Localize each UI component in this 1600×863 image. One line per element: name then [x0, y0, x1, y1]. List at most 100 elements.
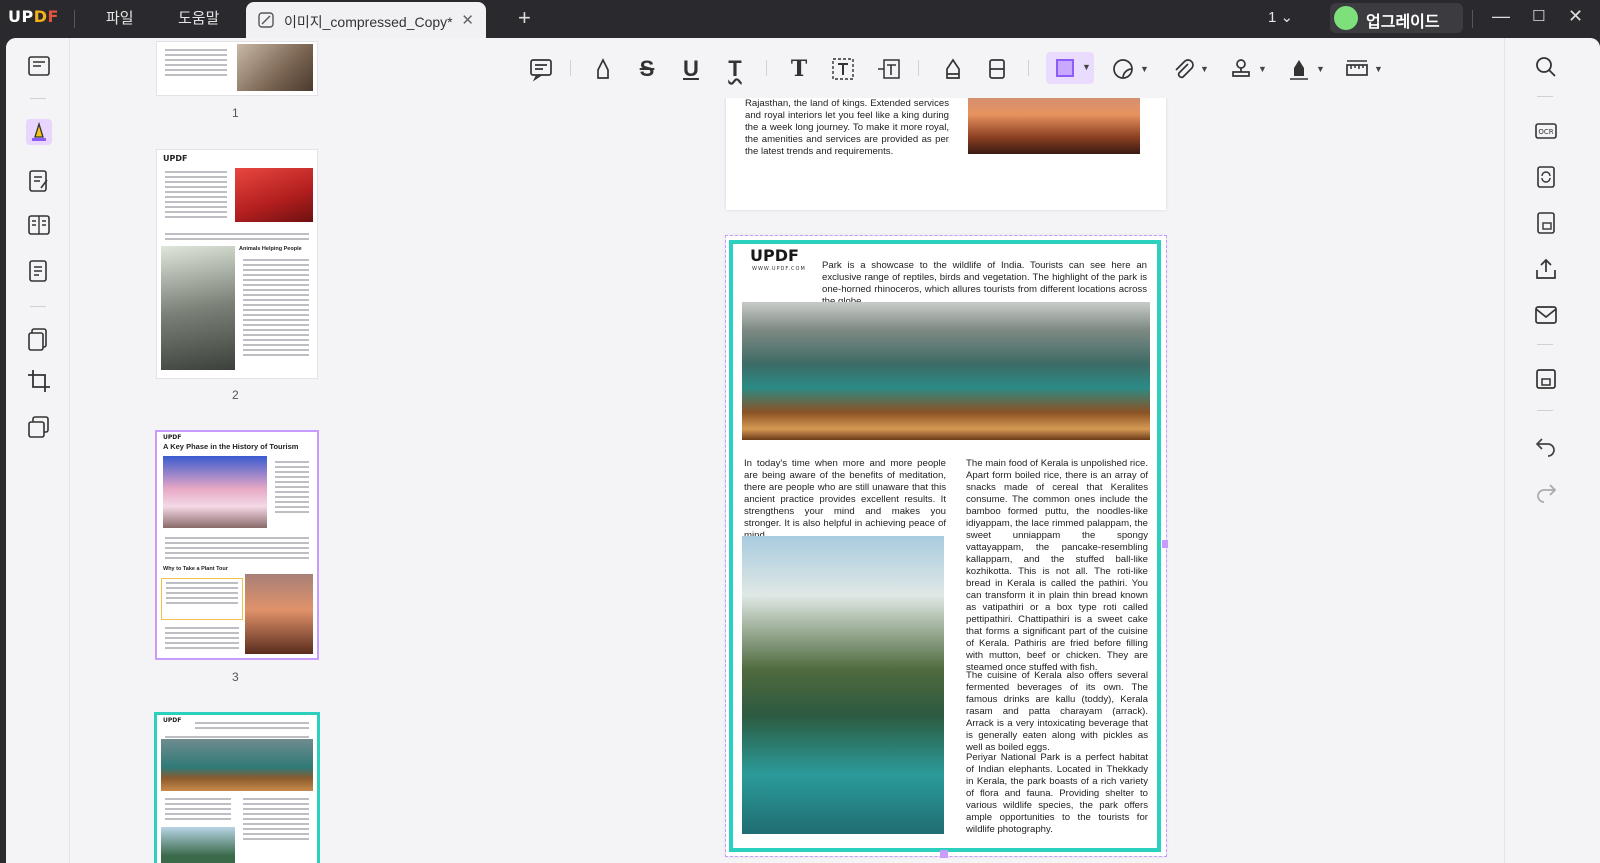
- page-indicator[interactable]: 1 ⌄: [1268, 8, 1293, 26]
- pencil-icon[interactable]: [940, 56, 966, 82]
- new-tab-button[interactable]: +: [518, 5, 531, 31]
- document-tab[interactable]: 이미지_compressed_Copy* ✕: [246, 2, 486, 38]
- divider: [918, 60, 919, 76]
- right-column-p2: The cuisine of Kerala also offers severa…: [966, 670, 1148, 753]
- title-bar: UPDF 파일 도움말 이미지_compressed_Copy* ✕ + 1 ⌄…: [0, 0, 1600, 38]
- sticker-icon[interactable]: [1110, 56, 1136, 82]
- strikethrough-icon[interactable]: S: [634, 56, 660, 82]
- thumb-heading: Animals Helping People: [239, 246, 302, 252]
- measure-icon[interactable]: [1344, 56, 1370, 82]
- divider: [570, 60, 571, 76]
- close-window-icon[interactable]: ✕: [1568, 6, 1583, 27]
- thumbnail-page-2[interactable]: UPDF Animals Helping People: [157, 150, 317, 378]
- thumbnail-page-4[interactable]: UPDF: [157, 715, 317, 863]
- stamp-icon[interactable]: [1228, 56, 1254, 82]
- highlighter-icon[interactable]: [590, 56, 616, 82]
- protect-icon[interactable]: [26, 414, 52, 440]
- divider: [1537, 344, 1553, 345]
- thumb-logo: UPDF: [163, 717, 182, 724]
- chevron-down-icon[interactable]: ▼: [1258, 64, 1267, 74]
- current-page: UPDF WWW.UPDF.COM Park is a showcase to …: [725, 235, 1168, 858]
- edit-pdf-icon[interactable]: [26, 168, 52, 194]
- divider: [1537, 410, 1553, 411]
- signature-icon[interactable]: [1286, 56, 1312, 82]
- eiffel-image: [245, 574, 313, 654]
- avatar: [1334, 6, 1358, 30]
- thumb-logo: UPDF: [163, 434, 182, 441]
- page-text: Rajasthan, the land of kings. Extended s…: [745, 98, 949, 157]
- ocr-icon[interactable]: OCR: [1533, 118, 1559, 144]
- divider: [1537, 96, 1553, 97]
- text-icon[interactable]: T: [786, 56, 812, 82]
- page-organize-icon[interactable]: [26, 212, 52, 238]
- dog-image: [235, 168, 313, 222]
- shape-tool-button[interactable]: ▼: [1046, 52, 1094, 84]
- protect-file-icon[interactable]: [1533, 210, 1559, 236]
- close-tab-icon[interactable]: ✕: [461, 11, 474, 29]
- attachment-icon[interactable]: [1170, 56, 1196, 82]
- app-logo: UPDF: [8, 7, 59, 26]
- text-box-icon[interactable]: [830, 56, 856, 82]
- divider: [30, 306, 46, 307]
- thumbnail-page-1[interactable]: [157, 42, 317, 95]
- upgrade-label: 업그레이드: [1366, 14, 1440, 31]
- thumbnail-panel: 1 UPDF Animals Helping People 2 UPDF A K…: [70, 38, 410, 863]
- divider: [766, 60, 767, 76]
- thumb-subheading: Why to Take a Plant Tour: [163, 566, 228, 572]
- divider: [1472, 10, 1473, 28]
- cat-image: [237, 44, 313, 91]
- left-rail: [6, 38, 70, 863]
- annotation-toolbar: S U T T ▼ ▼ ▼ ▼ ▼ ▼: [410, 38, 1504, 98]
- chevron-down-icon[interactable]: ▼: [1140, 64, 1149, 74]
- chevron-down-icon: ▼: [1082, 62, 1091, 72]
- left-column-text: In today's time when more and more peopl…: [744, 458, 946, 541]
- menu-file[interactable]: 파일: [106, 7, 134, 28]
- boat-lake-image: [742, 302, 1150, 440]
- right-column-p1: The main food of Kerala is unpolished ri…: [966, 458, 1148, 673]
- thumb-heading: A Key Phase in the History of Tourism: [163, 442, 299, 451]
- svg-text:OCR: OCR: [1538, 128, 1553, 136]
- crop-icon[interactable]: [26, 368, 52, 394]
- forest-image: [161, 827, 235, 863]
- reader-icon[interactable]: [26, 53, 52, 79]
- comment-mode-icon[interactable]: [26, 119, 52, 145]
- eiffel-sunset-image: [968, 98, 1140, 154]
- updf-logo: UPDF: [750, 246, 799, 265]
- previous-page: Rajasthan, the land of kings. Extended s…: [726, 98, 1166, 210]
- document-canvas: Rajasthan, the land of kings. Extended s…: [410, 98, 1504, 863]
- tab-title: 이미지_compressed_Copy*: [284, 14, 453, 30]
- undo-icon[interactable]: [1533, 432, 1559, 458]
- rectangle-icon: [1056, 59, 1074, 77]
- email-icon[interactable]: [1533, 302, 1559, 328]
- thumb-logo: UPDF: [163, 154, 188, 163]
- underline-icon[interactable]: U: [678, 56, 704, 82]
- menu-help[interactable]: 도움말: [178, 7, 219, 28]
- right-rail: OCR: [1504, 38, 1600, 863]
- maximize-icon[interactable]: ☐: [1532, 7, 1545, 25]
- divider: [74, 10, 75, 28]
- divider: [30, 98, 46, 99]
- chevron-down-icon[interactable]: ▼: [1316, 64, 1325, 74]
- chevron-down-icon[interactable]: ▼: [1200, 64, 1209, 74]
- logo-url: WWW.UPDF.COM: [752, 266, 806, 272]
- comment-icon[interactable]: [528, 56, 554, 82]
- convert-icon[interactable]: [26, 326, 52, 352]
- resize-handle[interactable]: [940, 850, 948, 858]
- share-icon[interactable]: [1533, 256, 1559, 282]
- redo-icon[interactable]: [1533, 478, 1559, 504]
- save-icon[interactable]: [1533, 366, 1559, 392]
- squiggly-icon[interactable]: T: [722, 56, 748, 82]
- minimize-icon[interactable]: —: [1492, 6, 1510, 27]
- resize-handle[interactable]: [1162, 540, 1168, 548]
- eraser-icon[interactable]: [984, 56, 1010, 82]
- chevron-down-icon: ⌄: [1280, 9, 1294, 26]
- upgrade-button[interactable]: 업그레이드: [1330, 3, 1463, 33]
- search-icon[interactable]: [1533, 54, 1559, 80]
- text-callout-icon[interactable]: [876, 56, 902, 82]
- convert-file-icon[interactable]: [1533, 164, 1559, 190]
- divider: [1028, 60, 1029, 76]
- chevron-down-icon[interactable]: ▼: [1374, 64, 1383, 74]
- thumbnail-label: 1: [232, 106, 239, 120]
- form-icon[interactable]: [26, 258, 52, 284]
- thumbnail-page-3[interactable]: UPDF A Key Phase in the History of Touri…: [157, 432, 317, 658]
